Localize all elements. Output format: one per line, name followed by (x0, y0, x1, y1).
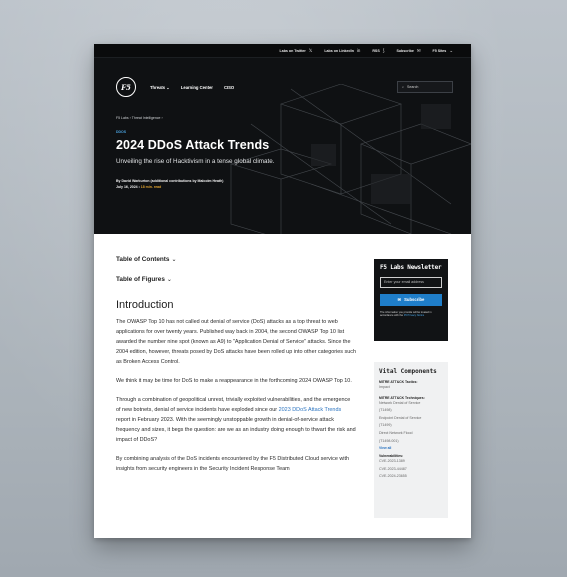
technique-value: Network Denial of Service (379, 400, 421, 405)
subscribe-link[interactable]: Subscribe ✉ (396, 48, 420, 54)
nav-links: Threats ⌄ Learning Center CISO (150, 85, 234, 90)
topbar-label: RSS (372, 48, 380, 53)
paragraph: We think it may be time for DoS to make … (116, 378, 352, 384)
page-title: 2024 DDoS Attack Trends (116, 138, 270, 152)
topbar-label: Labs on Twitter (279, 48, 306, 53)
topbar-label: Subscribe (396, 48, 414, 53)
topic-tag[interactable]: DDOS (116, 130, 126, 134)
subscribe-label: Subscribe (404, 297, 425, 302)
rss-icon: ⟆ (382, 47, 385, 53)
f5-sites-menu[interactable]: F5 Sites ⌄ (433, 48, 453, 54)
table-of-contents-toggle[interactable]: Table of Contents ⌄ (116, 256, 356, 263)
subscribe-button[interactable]: ✉ Subscribe (380, 293, 442, 306)
nav-item-threats[interactable]: Threats ⌄ (150, 85, 170, 90)
article-meta: July 16, 2024 • 18 min. read (116, 185, 161, 189)
privacy-link[interactable]: F5 Privacy Notice (404, 314, 424, 317)
linkedin-icon: in (356, 48, 361, 53)
mail-icon: ✉ (416, 47, 421, 53)
technique-value: Direct Network Flood (379, 430, 413, 435)
technique-value: (T1498.001) (379, 438, 399, 443)
paragraph: The OWASP Top 10 has not called out deni… (116, 319, 357, 365)
section-heading: Introduction (116, 299, 174, 311)
vital-components-box: Vital Components MITRE ATT&CK Tactics: I… (374, 362, 448, 518)
article-page: Labs on Twitter 𝕏 Labs on LinkedIn in RSS ⟆… (94, 44, 471, 538)
twitter-link[interactable]: Labs on Twitter 𝕏 (280, 48, 313, 54)
email-field[interactable]: Enter your email address (380, 276, 442, 288)
f5-logo[interactable]: F5 (116, 77, 136, 97)
search-icon: ⌕ (402, 85, 405, 89)
topbar-label: F5 Sites (432, 48, 447, 53)
utility-bar: Labs on Twitter 𝕏 Labs on LinkedIn in RSS ⟆… (94, 44, 471, 58)
table-of-figures-toggle[interactable]: Table of Figures ⌄ (116, 276, 356, 283)
cve-value[interactable]: CVE-2024-23655 (379, 473, 443, 481)
publish-date: July 16, 2024 (116, 185, 138, 189)
nav-item-ciso[interactable]: CISO (224, 85, 234, 90)
nav-item-learning-center[interactable]: Learning Center (181, 85, 213, 90)
mail-icon: ✉ (397, 297, 402, 302)
chevron-down-icon: ⌄ (166, 277, 172, 283)
page-subtitle: Unveiling the rise of Hacktivism in a te… (116, 158, 275, 165)
technique-value: (T1498) (379, 408, 392, 413)
breadcrumb[interactable]: F5 Labs › Threat Intelligence › (116, 116, 163, 120)
toc-label: Table of Contents (116, 256, 170, 263)
x-icon: 𝕏 (308, 47, 313, 53)
article-content: Table of Contents ⌄ Table of Figures ⌄ I… (116, 256, 356, 483)
backdrop: Labs on Twitter 𝕏 Labs on LinkedIn in RSS ⟆… (0, 0, 567, 577)
chevron-down-icon: ⌄ (171, 257, 177, 263)
tactic-value: Impact (379, 385, 390, 389)
vital-title: Vital Components (379, 368, 437, 375)
newsletter-box: F5 Labs Newsletter Enter your email addr… (374, 259, 448, 341)
linkedin-link[interactable]: Labs on LinkedIn in (324, 48, 360, 53)
tof-label: Table of Figures (116, 276, 165, 283)
paragraph: By combining analysis of the DoS inciden… (116, 456, 350, 472)
view-all-link[interactable]: View all (379, 446, 443, 450)
main-nav: F5 Threats ⌄ Learning Center CISO ⌕ Sear… (94, 72, 471, 102)
search-input[interactable]: ⌕ Search (397, 81, 453, 93)
chevron-down-icon: ⌄ (449, 47, 453, 53)
report-link[interactable]: 2023 DDoS Attack Trends (279, 407, 342, 413)
hero-section: Labs on Twitter 𝕏 Labs on LinkedIn in RSS ⟆… (94, 44, 471, 234)
technique-value: (T1499) (379, 423, 392, 428)
rss-link[interactable]: RSS ⟆ (372, 48, 384, 54)
cve-value[interactable]: CVE-2023-44487 (379, 466, 443, 474)
author-byline: By David Warburton (additional contribut… (116, 179, 224, 183)
newsletter-title: F5 Labs Newsletter (380, 264, 442, 271)
paragraph: Through a combination of geopolitical un… (116, 395, 356, 445)
paragraph-text: report in February 2023. With the seemin… (116, 417, 356, 443)
read-time: 18 min. read (140, 185, 162, 189)
technique-value: Endpoint Denial of Service (379, 415, 422, 420)
cve-value[interactable]: CVE-2023-1389 (379, 458, 443, 466)
topbar-label: Labs on LinkedIn (324, 48, 354, 53)
search-placeholder: Search (407, 85, 419, 89)
privacy-note: The information you provide will be trea… (380, 311, 442, 318)
